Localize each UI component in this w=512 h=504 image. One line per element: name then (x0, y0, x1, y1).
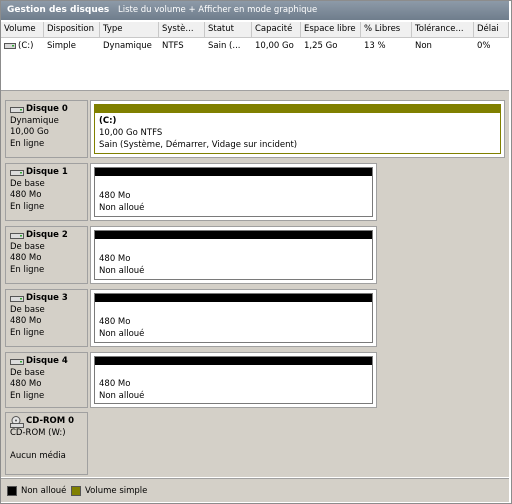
partition-size: 10,00 Go NTFS (99, 128, 163, 138)
disk-icon (10, 107, 24, 114)
disk-row-3: Disque 3 De base 480 Mo En ligne 480 Mo … (5, 289, 505, 347)
partition-size: 480 Mo (99, 379, 131, 389)
disk-size: 480 Mo (10, 253, 42, 263)
disk-partition-area: 480 Mo Non alloué (90, 226, 377, 284)
partition-size: 480 Mo (99, 317, 131, 327)
cdrom-icon (10, 416, 24, 428)
disk-type: De base (10, 241, 45, 252)
volume-table-header: Volume Disposition Type Systè... Statut … (1, 22, 509, 38)
disk-name: Disque 1 (10, 167, 87, 179)
disk-icon (10, 170, 24, 177)
disk-icon (10, 233, 24, 240)
disk-label[interactable]: Disque 1 De base 480 Mo En ligne (5, 163, 88, 221)
disk-size: 480 Mo (10, 190, 42, 200)
disk-status: En ligne (10, 390, 45, 401)
disk-partition-area: 480 Mo Non alloué (90, 289, 377, 347)
cell-system: NTFS (162, 41, 184, 51)
disk-type: Dynamique (10, 115, 59, 126)
disk-name: Disque 4 (10, 356, 87, 368)
cell-capacity: 10,00 Go (255, 41, 294, 51)
col-status[interactable]: Statut (205, 22, 252, 37)
col-system[interactable]: Systè... (159, 22, 205, 37)
col-percent-free[interactable]: % Libres (361, 22, 412, 37)
cell-percent-free: 13 % (364, 41, 386, 51)
disk-size: 10,00 Go (10, 127, 49, 137)
disk-label[interactable]: Disque 2 De base 480 Mo En ligne (5, 226, 88, 284)
partition-unallocated[interactable]: 480 Mo Non alloué (94, 356, 373, 404)
partition-title: (C:) (99, 116, 117, 126)
partition-unallocated[interactable]: 480 Mo Non alloué (94, 230, 373, 280)
col-volume[interactable]: Volume (1, 22, 44, 37)
cell-volume: (C:) (1, 39, 44, 53)
unallocated-bar (95, 168, 372, 176)
disk-type: De base (10, 178, 45, 189)
disk-partition-area: 480 Mo Non alloué (90, 163, 377, 221)
col-disposition[interactable]: Disposition (44, 22, 100, 37)
disk-name: Disque 3 (10, 293, 87, 305)
legend: Non alloué Volume simple (1, 478, 509, 502)
disk-name: Disque 2 (10, 230, 87, 242)
legend-swatch-unallocated (7, 486, 17, 496)
partition-status: Sain (Système, Démarrer, Vidage sur inci… (99, 140, 298, 150)
cell-type: Dynamique (103, 41, 152, 51)
col-free-space[interactable]: Espace libre (301, 22, 361, 37)
partition-unallocated[interactable]: 480 Mo Non alloué (94, 293, 373, 343)
view-title: Liste du volume + Afficher en mode graph… (118, 5, 318, 15)
disk-type: De base (10, 367, 45, 378)
disk-status: En ligne (10, 327, 45, 338)
app-title: Gestion des disques (7, 5, 110, 15)
title-bar: Gestion des disques Liste du volume + Af… (1, 1, 509, 20)
disk-partition-area: 480 Mo Non alloué (90, 352, 377, 408)
partition-status: Non alloué (99, 203, 145, 213)
disk-label[interactable]: Disque 0 Dynamique 10,00 Go En ligne (5, 100, 88, 158)
cell-free-space: 1,25 Go (304, 41, 338, 51)
cell-status: Sain (... (208, 41, 241, 51)
cdrom-name: CD-ROM 0 (10, 416, 87, 428)
cdrom-drive: CD-ROM (W:) (10, 428, 66, 438)
cell-disposition: Simple (47, 41, 77, 51)
disk-row-0: Disque 0 Dynamique 10,00 Go En ligne (C:… (5, 100, 505, 158)
disk-icon (10, 359, 24, 366)
disk-status: En ligne (10, 138, 45, 149)
partition-size: 480 Mo (99, 254, 131, 264)
cell-fault-tolerance: Non (415, 41, 432, 51)
col-fault-tolerance[interactable]: Tolérance... (412, 22, 474, 37)
legend-swatch-simple-volume (71, 486, 81, 496)
table-row[interactable]: (C:) Simple Dynamique NTFS Sain (... 10,… (1, 39, 509, 53)
disk-size: 480 Mo (10, 316, 42, 326)
disk-status: En ligne (10, 201, 45, 212)
col-type[interactable]: Type (100, 22, 159, 37)
cdrom-status: Aucun média (10, 450, 66, 461)
col-capacity[interactable]: Capacité (252, 22, 301, 37)
disk-icon (10, 296, 24, 303)
partition-status: Non alloué (99, 329, 145, 339)
volume-name: (C:) (18, 41, 34, 51)
legend-simple-volume: Volume simple (71, 486, 147, 496)
partition-status: Non alloué (99, 266, 145, 276)
disk-size: 480 Mo (10, 379, 42, 389)
unallocated-bar (95, 231, 372, 239)
disk-status: En ligne (10, 264, 45, 275)
legend-unallocated: Non alloué (7, 486, 66, 496)
cdrom-label[interactable]: CD-ROM 0 CD-ROM (W:) Aucun média (5, 412, 88, 475)
partition-size: 480 Mo (99, 191, 131, 201)
disk-row-4: Disque 4 De base 480 Mo En ligne 480 Mo … (5, 352, 505, 408)
volume-list: Volume Disposition Type Systè... Statut … (1, 22, 509, 91)
disk-row-1: Disque 1 De base 480 Mo En ligne 480 Mo … (5, 163, 505, 221)
drive-icon (4, 43, 16, 49)
unallocated-bar (95, 294, 372, 302)
cell-overhead: 0% (477, 41, 491, 51)
partition-status: Non alloué (99, 391, 145, 401)
partition-unallocated[interactable]: 480 Mo Non alloué (94, 167, 373, 217)
partition-c[interactable]: (C:) 10,00 Go NTFS Sain (Système, Démarr… (94, 104, 501, 154)
unallocated-bar (95, 357, 372, 365)
disk-name: Disque 0 (10, 104, 87, 116)
disk-label[interactable]: Disque 3 De base 480 Mo En ligne (5, 289, 88, 347)
disk-partition-area: (C:) 10,00 Go NTFS Sain (Système, Démarr… (90, 100, 505, 158)
col-overhead[interactable]: Délai (474, 22, 509, 37)
disk-label[interactable]: Disque 4 De base 480 Mo En ligne (5, 352, 88, 408)
simple-volume-bar (95, 105, 500, 113)
disk-type: De base (10, 304, 45, 315)
disk-row-2: Disque 2 De base 480 Mo En ligne 480 Mo … (5, 226, 505, 284)
